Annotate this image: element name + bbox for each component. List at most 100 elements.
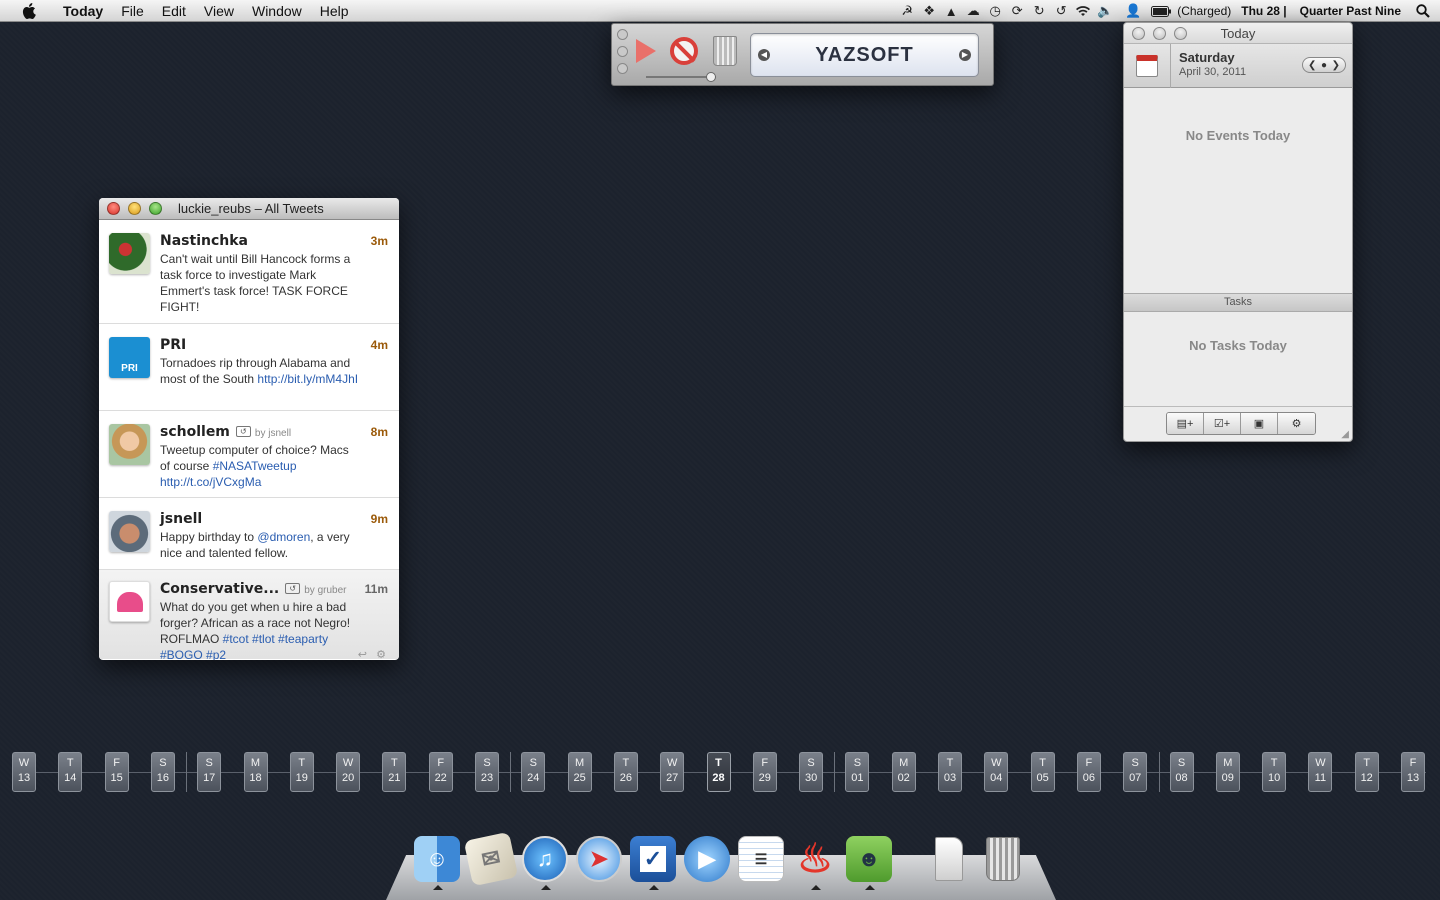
apple-menu-icon[interactable] — [18, 0, 40, 22]
zoom-button[interactable] — [1174, 26, 1187, 40]
reply-icon[interactable]: ↩ — [358, 648, 367, 660]
today-title-bar[interactable]: Today — [1124, 23, 1352, 44]
tweet-mention[interactable]: @dmoren — [257, 530, 310, 544]
timeline-day[interactable]: T 19 — [289, 752, 314, 792]
tweet-link[interactable]: http://bit.ly/mM4JhI — [257, 372, 358, 386]
timeline-day[interactable]: S 17 — [197, 752, 222, 792]
safari-icon[interactable]: ➤ — [576, 836, 622, 882]
timeline-day[interactable]: S 16 — [150, 752, 175, 792]
menu-window[interactable]: Window — [243, 0, 311, 22]
dock-item-finder[interactable]: ☺ — [412, 832, 462, 890]
volume-icon[interactable]: 🔈 — [1094, 0, 1116, 22]
dock-item-tasks[interactable]: ✓ — [628, 832, 678, 890]
avatar[interactable]: PRI — [109, 337, 150, 378]
volume-slider[interactable] — [646, 72, 716, 82]
timeline-day[interactable]: M 09 — [1215, 752, 1240, 792]
settings-gear-icon[interactable]: ⚙ — [376, 648, 386, 660]
dock-item-trash[interactable] — [978, 832, 1028, 886]
evernote-icon[interactable]: ☻ — [846, 836, 892, 882]
timeline-day[interactable]: W 11 — [1308, 752, 1333, 792]
avatar[interactable] — [109, 424, 150, 465]
dock-item-itunes[interactable]: ♫ — [520, 832, 570, 890]
add-task-icon[interactable]: ☑+ — [1204, 413, 1241, 434]
time-machine-icon[interactable]: ↺ — [1050, 0, 1072, 22]
timeline-day[interactable]: S 01 — [845, 752, 870, 792]
dock-item-safari[interactable]: ➤ — [574, 832, 624, 886]
tweet-author[interactable]: jsnell — [160, 511, 202, 527]
timeline-day[interactable]: T 05 — [1030, 752, 1055, 792]
notes-icon[interactable]: ☰ — [738, 836, 784, 882]
minimize-button[interactable] — [128, 202, 141, 215]
dock-item-ichat[interactable]: ▶ — [682, 832, 732, 886]
timeline-day-today[interactable]: T 28 — [706, 752, 731, 792]
close-button[interactable] — [107, 202, 120, 215]
next-arrow-icon[interactable]: ▶ — [959, 49, 971, 61]
previous-arrow-icon[interactable]: ◀ — [758, 49, 770, 61]
dock-item-flame[interactable]: ♨ — [790, 832, 840, 890]
add-event-icon[interactable]: ▤+ — [1167, 413, 1204, 434]
timeline-day[interactable]: M 25 — [567, 752, 592, 792]
finder-icon[interactable]: ☺ — [414, 836, 460, 882]
archive-icon[interactable]: ▣ — [1241, 413, 1278, 434]
menubar-time[interactable]: Quarter Past Nine — [1292, 4, 1406, 18]
timeline-day[interactable]: F 22 — [428, 752, 453, 792]
tweet-item-selected[interactable]: Conservative... ↺ by gruber 11m What do yo… — [99, 570, 399, 660]
menu-view[interactable]: View — [195, 0, 243, 22]
tweet-author[interactable]: Nastinchka — [160, 233, 248, 249]
timeline-day[interactable]: T 21 — [382, 752, 407, 792]
minimize-button[interactable] — [1153, 26, 1166, 40]
today-dot-icon[interactable]: ● — [1321, 60, 1327, 71]
dock-item-evernote[interactable]: ☻ — [844, 832, 894, 890]
stop-icon[interactable] — [670, 37, 698, 65]
tweet-item[interactable]: jsnell 9m Happy birthday to @dmoren, a v… — [99, 498, 399, 570]
tasks-icon[interactable]: ✓ — [630, 836, 676, 882]
timeline-day[interactable]: S 23 — [475, 752, 499, 792]
timeline-day[interactable]: T 12 — [1354, 752, 1379, 792]
tweet-author[interactable]: Conservative... — [160, 581, 279, 597]
tweet-item[interactable]: PRI PRI 4m Tornadoes rip through Alabama… — [99, 324, 399, 411]
documents-icon[interactable] — [926, 836, 972, 882]
settings-gear-icon[interactable]: ⚙ — [1278, 413, 1315, 434]
itunes-icon[interactable]: ♫ — [522, 836, 568, 882]
tweet-author[interactable]: PRI — [160, 337, 186, 353]
avatar[interactable] — [109, 511, 150, 552]
flame-icon[interactable]: ♨ — [792, 836, 838, 882]
trash-can-icon[interactable] — [713, 36, 737, 66]
menubar-date[interactable]: Thu 28 | — [1236, 4, 1291, 18]
calendar-icon[interactable] — [1124, 44, 1171, 88]
battery-icon[interactable] — [1150, 0, 1172, 22]
broom-icon[interactable]: ▲ — [940, 0, 962, 22]
next-day-icon[interactable]: ❯ — [1332, 60, 1340, 71]
play-icon[interactable] — [636, 39, 656, 63]
timeline-day[interactable]: T 03 — [938, 752, 962, 792]
tweet-item[interactable]: schollem ↺ by jsnell 8m Tweetup computer o… — [99, 411, 399, 498]
resize-grip-icon[interactable]: ◢ — [1341, 429, 1349, 440]
battery-status[interactable]: (Charged) — [1172, 4, 1236, 18]
player-zoom-button[interactable] — [617, 63, 628, 74]
previous-day-icon[interactable]: ❮ — [1308, 60, 1316, 71]
timeline-day[interactable]: M 02 — [891, 752, 916, 792]
timeline-day[interactable]: F 15 — [104, 752, 129, 792]
menu-file[interactable]: File — [112, 0, 153, 22]
tweet-item[interactable]: Nastinchka 3m Can't wait until Bill Hanc… — [99, 220, 399, 324]
clock-icon[interactable]: ◷ — [984, 0, 1006, 22]
menu-edit[interactable]: Edit — [153, 0, 195, 22]
cloud-icon[interactable]: ☁ — [962, 0, 984, 22]
timeline-day[interactable]: S 30 — [799, 752, 824, 792]
ichat-icon[interactable]: ▶ — [684, 836, 730, 882]
timeline-day[interactable]: F 13 — [1401, 752, 1425, 792]
user-icon[interactable]: 👤 — [1122, 0, 1144, 22]
timeline-day[interactable]: S 07 — [1123, 752, 1148, 792]
dock-item-mail[interactable]: ✉ — [463, 831, 519, 887]
timeline-day[interactable]: S 08 — [1169, 752, 1194, 792]
mail-icon[interactable]: ✉ — [463, 831, 519, 887]
avatar[interactable] — [109, 233, 150, 274]
timeline-day[interactable]: W 20 — [336, 752, 361, 792]
menu-help[interactable]: Help — [311, 0, 358, 22]
sync-icon[interactable]: ⟳ — [1006, 0, 1028, 22]
menu-app-name[interactable]: Today — [54, 0, 112, 22]
dropbox-icon[interactable]: ❖ — [918, 0, 940, 22]
refresh-icon[interactable]: ↻ — [1028, 0, 1050, 22]
timeline-day[interactable]: T 26 — [613, 752, 638, 792]
timeline-day[interactable]: T 10 — [1262, 752, 1287, 792]
